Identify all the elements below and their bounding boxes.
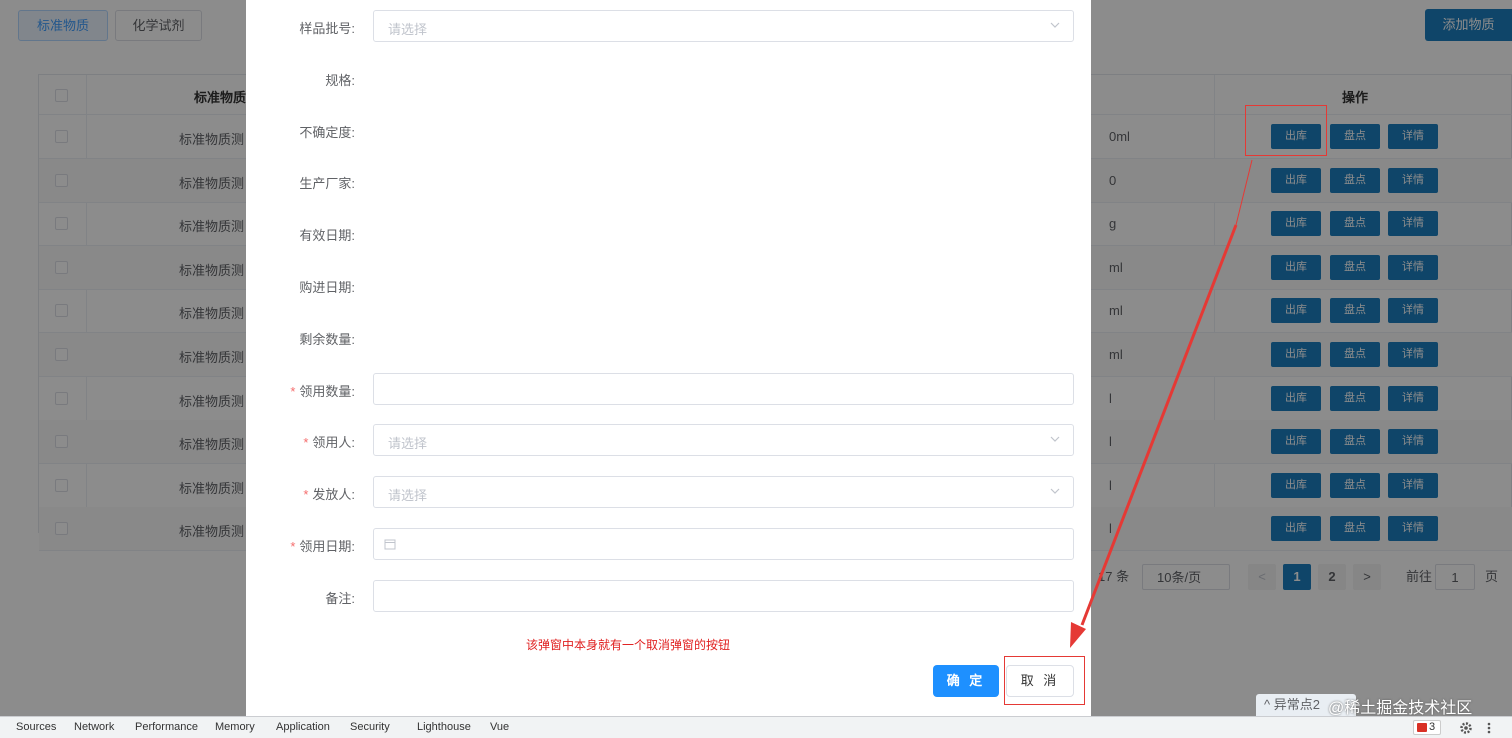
date-picker-field[interactable] [373,528,1074,560]
form-label-text: 领用日期: [299,539,355,554]
issues-badge[interactable]: 3 [1413,720,1441,735]
form-label-text: 不确定度: [299,124,355,140]
required-mark: * [290,383,296,399]
chevron-down-icon [1050,22,1060,28]
select-field[interactable]: 请选择 [373,476,1074,509]
more-vertical-icon[interactable] [1486,721,1492,735]
form-label: 样品批号: [299,18,355,37]
form-label: 规格: [325,70,355,89]
form-label: 有效日期: [299,225,355,244]
form-label: * 领用数量: [290,381,355,400]
form-label-text: 备注: [325,590,355,606]
devtools-bar: Sources Network Performance Memory Applicati… [0,716,1512,738]
form-label-text: 有效日期: [299,228,355,244]
form-label-text: 样品批号: [299,21,355,36]
form-label: * 领用日期: [290,536,355,555]
watermark: @稀土掘金技术社区 [1328,700,1473,717]
chevron-down-icon [1050,436,1060,443]
annotation-box-cancel-button [1004,656,1085,705]
devtools-tab[interactable]: Vue [490,721,509,733]
devtools-tab[interactable]: Security [350,721,390,733]
devtools-tab[interactable]: Application [276,721,330,733]
form-label: 备注: [325,588,355,607]
form-label: * 发放人: [303,484,355,503]
select-placeholder: 请选择 [388,488,428,504]
form-label: 购进日期: [299,277,355,296]
form-label: 剩余数量: [299,329,355,348]
form-label-text: 领用人: [312,435,355,451]
chevron-down-icon [1050,488,1060,495]
devtools-tab[interactable]: Lighthouse [417,721,471,733]
required-mark: * [303,487,309,503]
required-mark: * [290,539,296,554]
required-mark: * [303,435,309,451]
annotation-box-out-button [1245,105,1327,156]
checkout-dialog: 样品批号: 请选择 规格: 不确定度: 生产厂家: 有效日期: 购进日期: 剩余数量: * 领用数… [246,0,1091,716]
text-input[interactable] [373,579,1074,612]
confirm-button[interactable]: 确 定 [933,665,999,697]
form-label: 不确定度: [299,122,355,141]
text-input[interactable] [373,372,1074,405]
issues-count: 3 [1429,721,1436,733]
gear-icon[interactable] [1459,721,1473,735]
select-placeholder: 请选择 [388,22,428,37]
devtools-tab[interactable]: Sources [16,721,56,733]
devtools-tab[interactable]: Network [74,721,114,733]
form-label-text: 购进日期: [299,280,355,295]
annotation-note: 该弹窗中本身就有一个取消弹窗的按钮 [526,638,731,652]
select-field[interactable]: 请选择 [373,10,1074,42]
form-label-text: 生产厂家: [299,176,355,192]
devtools-tab[interactable]: Memory [215,721,255,733]
devtools-tab[interactable]: Performance [135,721,198,733]
form-label-text: 发放人: [312,487,355,503]
form-label: 生产厂家: [299,173,355,192]
form-label: * 领用人: [303,432,355,451]
calendar-icon [384,539,396,550]
form-label-text: 规格: [325,72,355,88]
select-field[interactable]: 请选择 [373,424,1074,457]
form-label-text: 领用数量: [299,383,355,399]
issue-flag-icon [1417,723,1427,732]
select-placeholder: 请选择 [388,436,428,452]
form-label-text: 剩余数量: [299,331,355,347]
